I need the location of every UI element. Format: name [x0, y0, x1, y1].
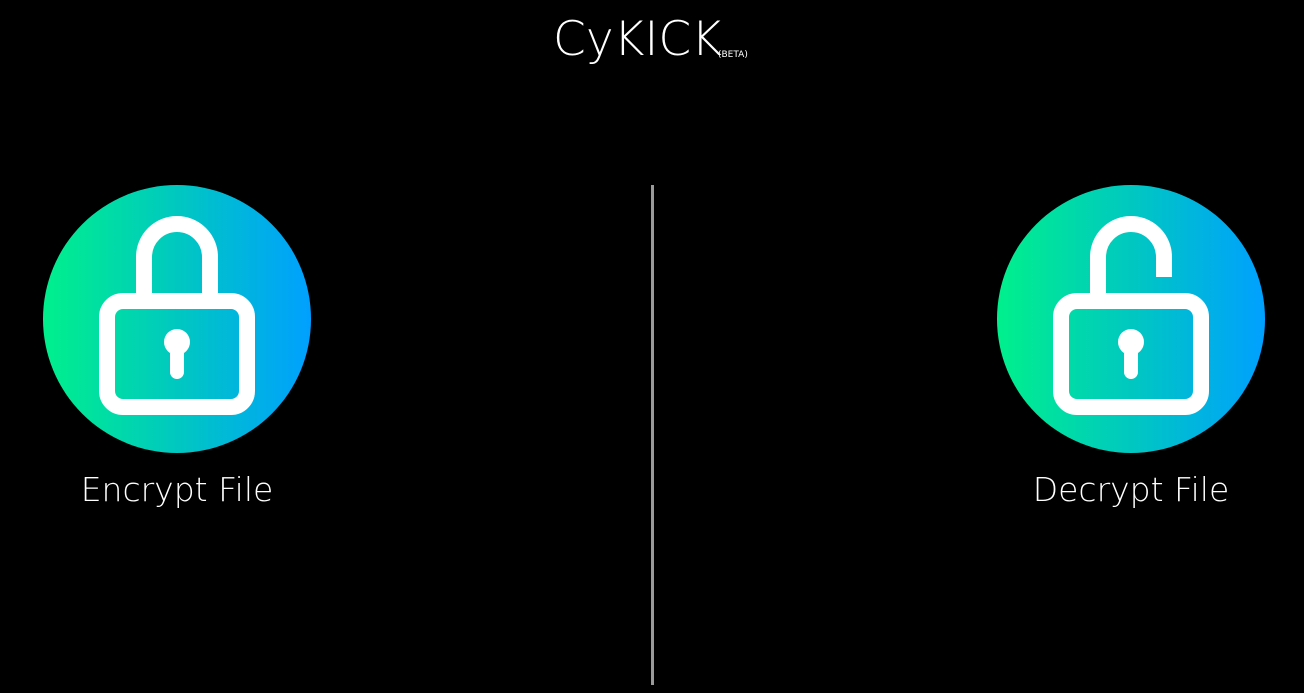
encrypt-file-label: Encrypt File [80, 470, 274, 509]
locked-padlock-icon [99, 216, 255, 415]
decrypt-file-button[interactable]: Decrypt File [981, 185, 1281, 525]
encrypt-file-button[interactable]: Encrypt File [27, 185, 327, 525]
unlocked-padlock-icon [1053, 216, 1209, 415]
encrypt-icon-circle[interactable] [43, 185, 311, 453]
decrypt-icon-circle[interactable] [997, 185, 1265, 453]
app-header: CyKICK (BETA) [0, 0, 1304, 90]
decrypt-file-label: Decrypt File [1032, 470, 1230, 509]
app-title: CyKICK [553, 12, 722, 67]
beta-badge: (BETA) [718, 50, 748, 60]
section-divider [651, 185, 654, 685]
